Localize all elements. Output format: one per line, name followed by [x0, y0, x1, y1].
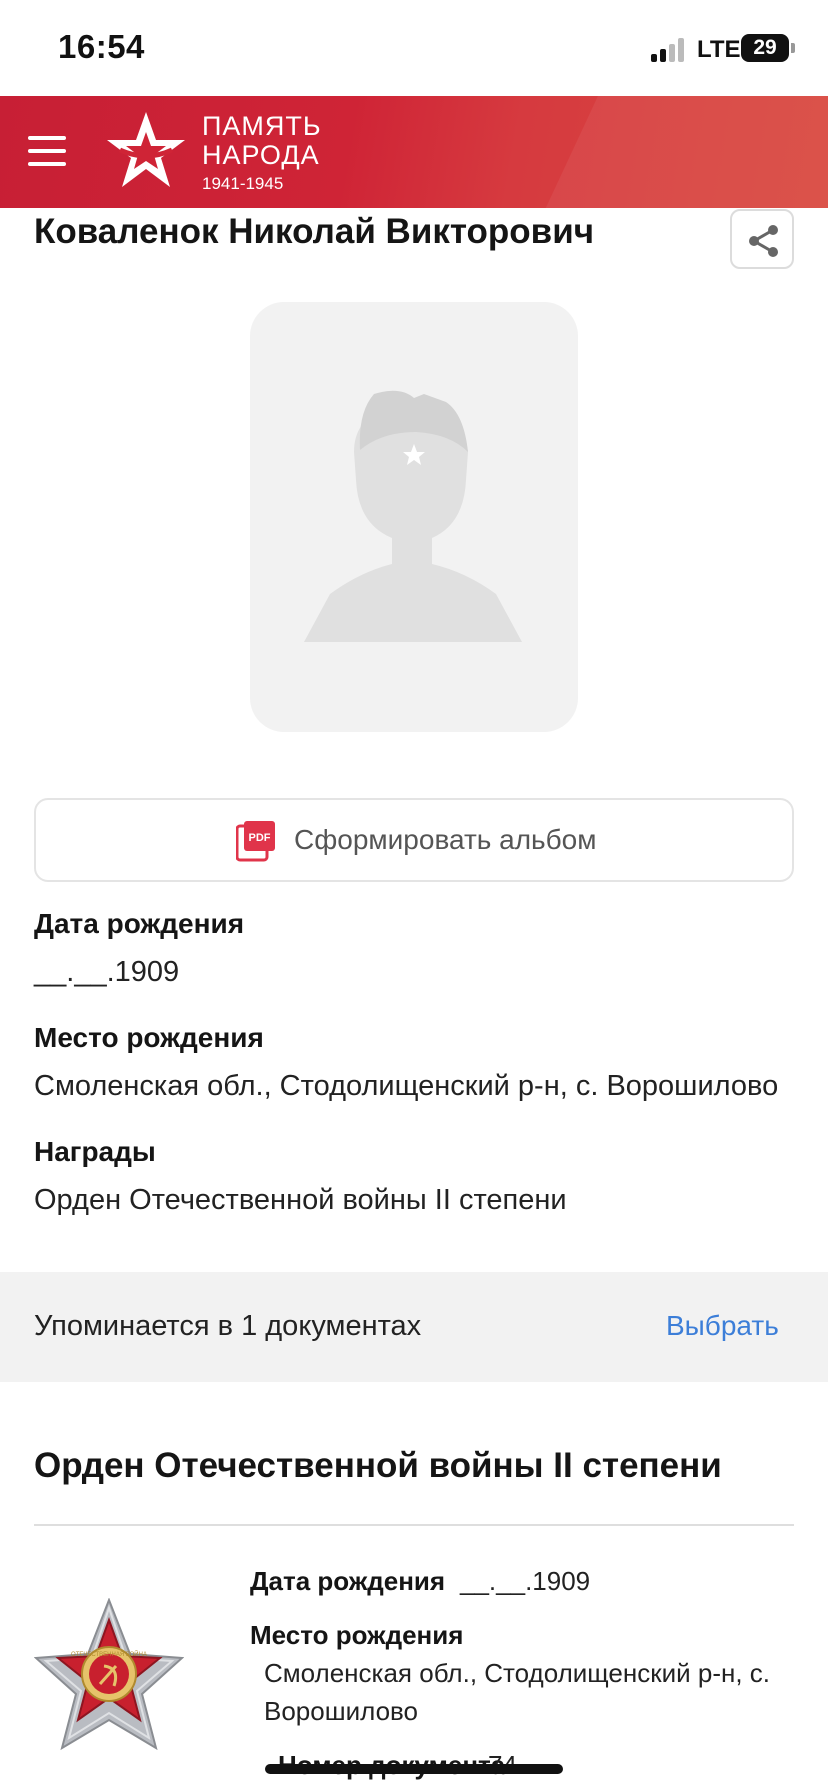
documents-bar: Упоминается в 1 документах Выбрать	[0, 1272, 828, 1382]
svg-text:PDF: PDF	[249, 832, 271, 844]
home-indicator[interactable]	[265, 1764, 563, 1774]
status-time: 16:54	[58, 28, 145, 65]
award-birth-date-label: Дата рождения	[250, 1566, 446, 1596]
logo-years: 1941-1945	[202, 174, 284, 193]
logo-line-1: ПАМЯТЬ	[202, 111, 322, 141]
pdf-icon: PDF	[236, 821, 275, 862]
site-header: ПАМЯТЬ НАРОДА 1941-1945	[0, 96, 828, 208]
cellular-signal-icon	[651, 38, 687, 62]
divider	[34, 1524, 794, 1526]
award-birth-place-line-2: Ворошилово	[264, 1696, 419, 1726]
medal-inscription: ОТЕЧЕСТВЕННАЯ ВОЙНА	[71, 1650, 147, 1658]
site-logo-text[interactable]: ПАМЯТЬ НАРОДА 1941-1945	[202, 112, 322, 195]
share-icon	[749, 225, 778, 257]
person-name-title: Коваленок Николай Викторович	[34, 212, 595, 251]
battery-icon: 29	[741, 34, 789, 62]
status-bar: 16:54 LTE 29	[0, 0, 828, 96]
soldier-photo-placeholder	[250, 302, 578, 732]
birth-date-value: __.__.1909	[34, 956, 180, 988]
awards-label: Награды	[34, 1136, 156, 1167]
award-card-title: Орден Отечественной войны II степени	[34, 1446, 722, 1485]
select-documents-link[interactable]: Выбрать	[666, 1310, 779, 1342]
header-decoration	[537, 96, 828, 208]
awards-value[interactable]: Орден Отечественной войны II степени	[34, 1184, 567, 1217]
share-button[interactable]	[730, 209, 794, 269]
menu-icon[interactable]	[28, 136, 66, 166]
logo-line-2: НАРОДА	[202, 140, 320, 170]
birth-place-value: Смоленская обл., Стодолищенский р-н, с. …	[34, 1070, 779, 1102]
star-logo-icon[interactable]	[106, 110, 186, 190]
order-patriotic-war-medal-icon[interactable]: ОТЕЧЕСТВЕННАЯ ВОЙНА	[34, 1598, 184, 1758]
documents-count: Упоминается в 1 документах	[34, 1310, 422, 1342]
award-birth-place-line-1: Смоленская обл., Стодолищенский р-н, с.	[264, 1658, 771, 1688]
network-type: LTE	[697, 36, 741, 63]
award-birth-date-value: __.__.1909	[460, 1566, 591, 1596]
award-birth-place-label: Место рождения	[250, 1620, 464, 1650]
birth-date-label: Дата рождения	[34, 908, 245, 939]
soldier-silhouette-icon	[304, 390, 522, 642]
create-album-button[interactable]: PDF Сформировать альбом	[34, 798, 794, 882]
battery-tip	[791, 43, 795, 53]
create-album-label: Сформировать альбом	[294, 824, 597, 855]
birth-place-label: Место рождения	[34, 1022, 264, 1053]
